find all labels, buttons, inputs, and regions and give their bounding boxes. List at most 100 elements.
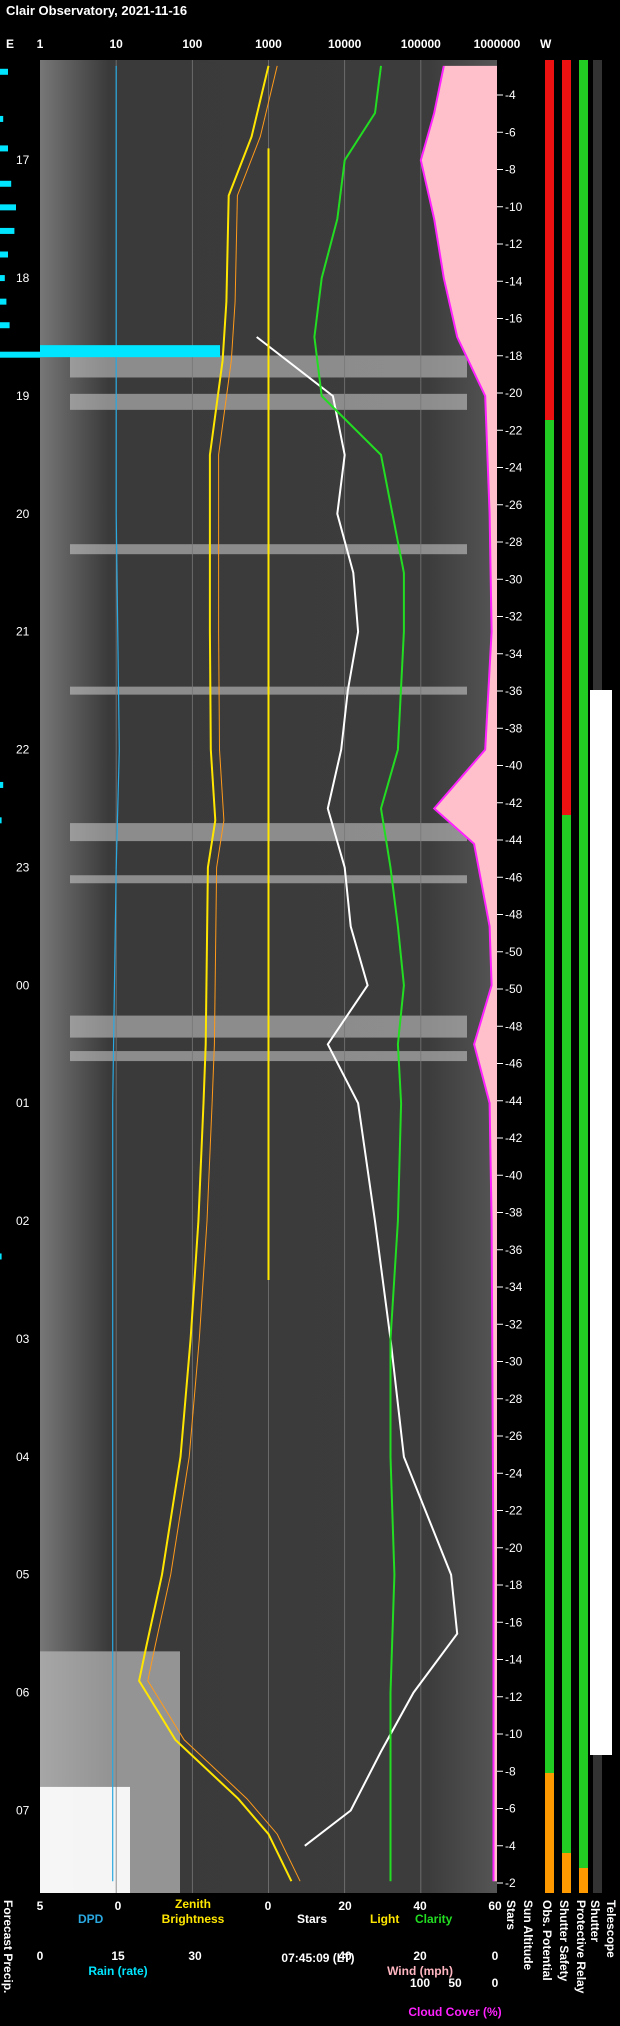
time-label: 23 xyxy=(16,860,30,874)
sun-altitude-label: -36 xyxy=(505,1243,523,1257)
label-forecast-precip: Forecast Precip. xyxy=(1,1900,15,1993)
sun-altitude-label: -10 xyxy=(505,200,523,214)
sun-altitude-label: -8 xyxy=(505,163,516,177)
status-obs-potential xyxy=(562,60,571,815)
rain-rate-bar xyxy=(0,781,4,788)
sun-altitude-label: -4 xyxy=(505,1839,516,1853)
status-stars xyxy=(545,60,554,420)
sun-altitude-label: -42 xyxy=(505,1131,523,1145)
sun-altitude-label: -34 xyxy=(505,647,523,661)
time-label: 02 xyxy=(16,1214,30,1228)
status-stars xyxy=(545,420,554,1893)
label-protective-relay: Protective Relay xyxy=(574,1900,588,1994)
bottom-tick: 0 xyxy=(265,1899,272,1913)
sun-altitude-label: -32 xyxy=(505,610,523,624)
rain-rate-bar xyxy=(0,68,8,75)
cloud-tick: 100 xyxy=(410,1976,430,1990)
sun-altitude-label: -30 xyxy=(505,572,523,586)
bottom-tick: 30 xyxy=(188,1949,202,1963)
sun-altitude-label: -44 xyxy=(505,1094,523,1108)
bottom-tick: 0 xyxy=(37,1949,44,1963)
label-shutter: Shutter xyxy=(588,1900,602,1942)
sun-altitude-label: -6 xyxy=(505,125,516,139)
west-label: W xyxy=(540,37,552,51)
status-obs-potential xyxy=(562,1853,571,1893)
sun-altitude-label: -48 xyxy=(505,1019,523,1033)
top-axis-tick: 10000 xyxy=(328,37,362,51)
time-label: 06 xyxy=(16,1686,30,1700)
rain-rate-bar xyxy=(0,115,4,122)
rain-rate-bar xyxy=(0,275,5,282)
rain-rate-bar xyxy=(0,298,7,305)
sun-altitude-label: -46 xyxy=(505,870,523,884)
sun-altitude-label: -12 xyxy=(505,1690,523,1704)
rain-rate-spike xyxy=(40,345,220,358)
top-axis-tick: 100000 xyxy=(401,37,441,51)
sun-altitude-label: -38 xyxy=(505,1206,523,1220)
top-axis-tick: 1000000 xyxy=(474,37,521,51)
sun-altitude-label: -48 xyxy=(505,908,523,922)
sun-altitude-label: -24 xyxy=(505,461,523,475)
sun-altitude-label: -50 xyxy=(505,945,523,959)
rain-rate-bar xyxy=(0,817,2,824)
time-label: 17 xyxy=(16,153,30,167)
sun-altitude-label: -8 xyxy=(505,1764,516,1778)
label-time: 07:45:09 (LT) xyxy=(281,1951,354,1965)
sun-altitude-label: -44 xyxy=(505,833,523,847)
time-label: 07 xyxy=(16,1803,30,1817)
sun-altitude-label: -36 xyxy=(505,684,523,698)
sun-altitude-label: -40 xyxy=(505,1168,523,1182)
rain-rate-bar xyxy=(0,351,40,358)
label-stars-vertical: Stars xyxy=(504,1900,518,1930)
label-stars: Stars xyxy=(297,1912,327,1926)
sun-altitude-label: -18 xyxy=(505,1578,523,1592)
sun-altitude-label: -10 xyxy=(505,1727,523,1741)
bottom-tick: 60 xyxy=(488,1899,502,1913)
sun-altitude-label: -26 xyxy=(505,498,523,512)
top-axis-tick: 10 xyxy=(109,37,123,51)
time-label: 18 xyxy=(16,271,30,285)
top-axis-tick: 100 xyxy=(182,37,202,51)
sun-altitude-label: -12 xyxy=(505,237,523,251)
label-shutter-safety: Shutter Safety xyxy=(557,1900,571,1982)
sun-altitude-label: -22 xyxy=(505,1504,523,1518)
sun-altitude-label: -14 xyxy=(505,1653,523,1667)
label-dpd: DPD xyxy=(78,1912,104,1926)
sun-altitude-label: -34 xyxy=(505,1280,523,1294)
label-light: Light xyxy=(370,1912,399,1926)
time-label: 04 xyxy=(16,1450,30,1464)
rain-rate-bar xyxy=(0,145,8,152)
label-wind: Wind (mph) xyxy=(387,1964,453,1978)
bottom-tick: 40 xyxy=(413,1899,427,1913)
label-rain: Rain (rate) xyxy=(88,1964,147,1978)
sun-altitude-label: -26 xyxy=(505,1429,523,1443)
rain-rate-bar xyxy=(0,227,15,234)
rain-rate-bar xyxy=(0,322,10,329)
sun-altitude-label: -38 xyxy=(505,721,523,735)
sun-altitude-label: -30 xyxy=(505,1355,523,1369)
bottom-tick: 5 xyxy=(37,1899,44,1913)
rain-rate-bar xyxy=(0,1253,2,1260)
sun-altitude-label: -42 xyxy=(505,796,523,810)
time-label: 05 xyxy=(16,1568,30,1582)
bottom-tick: 0 xyxy=(115,1899,122,1913)
sun-altitude-label: -50 xyxy=(505,982,523,996)
rain-rate-bar xyxy=(0,251,8,258)
sun-altitude-label: -14 xyxy=(505,274,523,288)
time-label: 01 xyxy=(16,1096,30,1110)
label-clarity: Clarity xyxy=(415,1912,453,1926)
status-shutter-safety xyxy=(579,1868,588,1893)
bottom-tick: 0 xyxy=(492,1949,499,1963)
time-label: 20 xyxy=(16,507,30,521)
rain-rate-bar xyxy=(0,204,16,211)
sun-altitude-label: -16 xyxy=(505,312,523,326)
time-label: 21 xyxy=(16,625,30,639)
sun-altitude-label: -16 xyxy=(505,1615,523,1629)
status-shutter-open xyxy=(590,690,612,1755)
sun-altitude-label: -4 xyxy=(505,88,516,102)
sun-altitude-label: -28 xyxy=(505,535,523,549)
label-obs-potential: Obs. Potential xyxy=(540,1900,554,1981)
top-axis-tick: 1 xyxy=(37,37,44,51)
label-cloud: Cloud Cover (%) xyxy=(408,2005,501,2019)
status-stars xyxy=(545,1773,554,1893)
